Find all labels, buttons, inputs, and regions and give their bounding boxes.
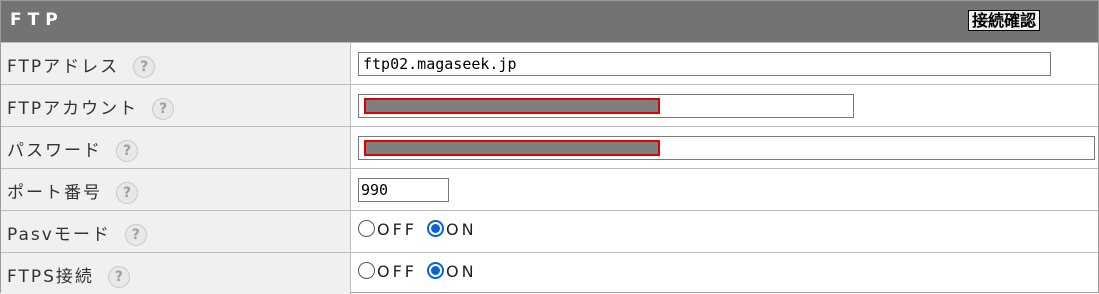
help-icon[interactable]: ? <box>116 140 138 162</box>
label-cell: FTPS接続? <box>1 253 351 294</box>
ftps-off-label[interactable]: OFF <box>377 262 417 281</box>
help-icon[interactable]: ? <box>107 266 130 288</box>
connection-check-button[interactable]: 接続確認 <box>968 10 1041 31</box>
password-input[interactable] <box>358 136 1095 160</box>
ftp-settings-panel: FTP 接続確認 FTPアドレス? ftp02.magaseek.jp FTPア… <box>0 0 1099 294</box>
label-cell: FTPアドレス? <box>1 43 351 84</box>
value-cell: ftp02.magaseek.jp <box>352 43 1098 84</box>
row-pasv-mode: Pasvモード? OFF ON <box>1 210 1098 252</box>
ftp-address-input[interactable]: ftp02.magaseek.jp <box>358 52 1051 76</box>
help-icon[interactable]: ? <box>124 224 147 246</box>
label-cell: パスワード? <box>1 127 351 168</box>
row-port-number: ポート番号? 990 <box>1 168 1098 210</box>
ftp-account-input[interactable] <box>358 94 854 118</box>
redacted-value <box>364 98 660 114</box>
label-cell: FTPアカウント? <box>1 85 351 126</box>
port-number-input[interactable]: 990 <box>358 178 449 202</box>
help-icon[interactable]: ? <box>133 56 156 78</box>
section-header: FTP 接続確認 <box>1 1 1098 42</box>
ftps-connection-radio-group: OFF ON <box>358 262 487 281</box>
pasv-on-radio[interactable] <box>427 220 444 237</box>
value-cell: 990 <box>352 169 1098 210</box>
pasv-off-radio[interactable] <box>358 220 375 237</box>
row-ftps-connection: FTPS接続? OFF ON <box>1 252 1098 294</box>
help-icon[interactable]: ? <box>152 98 175 120</box>
label-cell: Pasvモード? <box>1 211 351 252</box>
ftp-address-label: FTPアドレス <box>7 57 120 77</box>
pasv-mode-label: Pasvモード <box>7 225 111 245</box>
pasv-on-label[interactable]: ON <box>446 220 477 239</box>
ftps-on-label[interactable]: ON <box>446 262 477 281</box>
ftps-connection-label: FTPS接続 <box>7 267 94 287</box>
row-ftp-account: FTPアカウント? <box>1 84 1098 126</box>
row-password: パスワード? <box>1 126 1098 168</box>
section-title: FTP <box>10 10 64 30</box>
row-ftp-address: FTPアドレス? ftp02.magaseek.jp <box>1 42 1098 84</box>
value-cell: OFF ON <box>352 211 1098 252</box>
port-number-label: ポート番号 <box>7 183 102 203</box>
help-icon[interactable]: ? <box>116 182 138 204</box>
ftps-off-radio[interactable] <box>358 262 375 279</box>
label-cell: ポート番号? <box>1 169 351 210</box>
value-cell <box>352 85 1098 126</box>
pasv-off-label[interactable]: OFF <box>377 220 417 239</box>
ftp-account-label: FTPアカウント <box>7 99 139 119</box>
ftps-on-radio[interactable] <box>427 262 444 279</box>
value-cell <box>352 127 1098 168</box>
redacted-value <box>364 140 660 156</box>
value-cell: OFF ON <box>352 253 1098 294</box>
pasv-mode-radio-group: OFF ON <box>358 220 487 239</box>
password-label: パスワード <box>7 141 102 161</box>
